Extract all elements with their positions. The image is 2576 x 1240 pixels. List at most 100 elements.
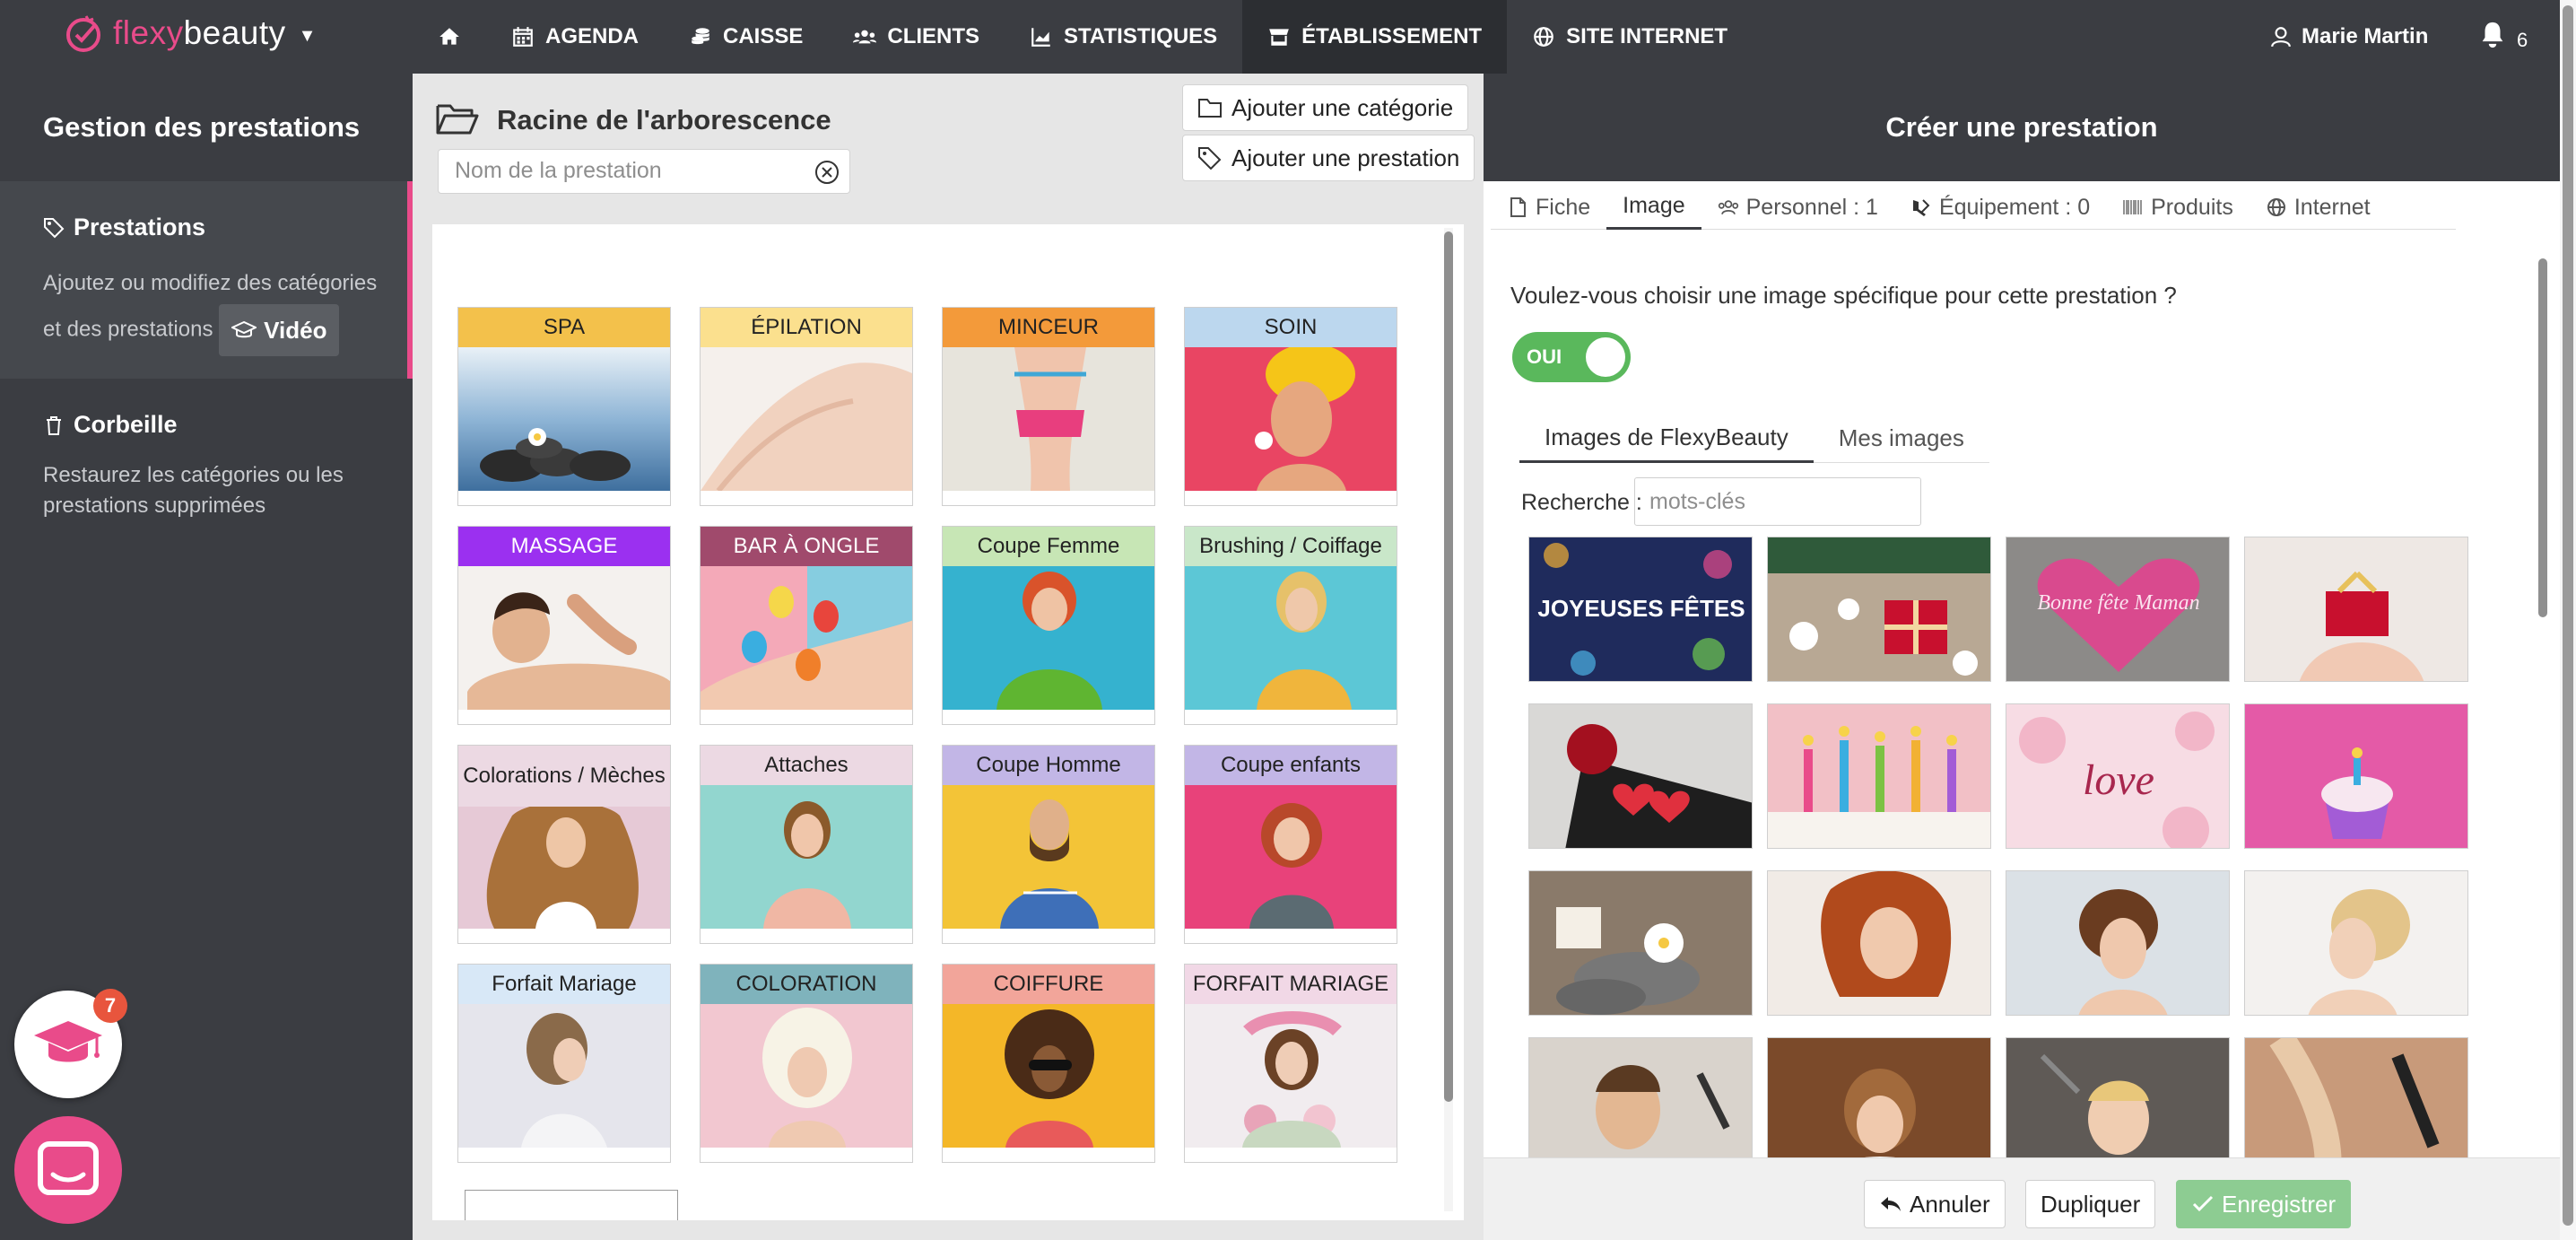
- save-button[interactable]: Enregistrer: [2176, 1180, 2352, 1228]
- category-tile-massage[interactable]: MASSAGE: [457, 526, 671, 725]
- tile-label: Coupe Femme: [943, 527, 1154, 566]
- tile-label: ÉPILATION: [701, 308, 912, 347]
- scrollbar-thumb[interactable]: [2538, 258, 2547, 617]
- category-tile-coiffure[interactable]: COIFFURE: [942, 964, 1155, 1163]
- add-service-button[interactable]: Ajouter une prestation: [1182, 135, 1475, 181]
- category-tile-soin[interactable]: SOIN: [1184, 307, 1397, 506]
- globe-icon: [1534, 27, 1553, 47]
- tab-produits[interactable]: Produits: [2106, 185, 2250, 230]
- check-icon: [2192, 1195, 2214, 1212]
- tab-internet[interactable]: Internet: [2250, 185, 2387, 230]
- tab-fiche[interactable]: Fiche: [1491, 185, 1606, 230]
- gallery-image-child-haircut[interactable]: [1767, 1037, 1991, 1159]
- academy-badge: 7: [93, 989, 127, 1023]
- tab-personnel[interactable]: Personnel : 1: [1701, 185, 1894, 230]
- scrollbar-thumb[interactable]: [2563, 5, 2573, 1226]
- save-label: Enregistrer: [2222, 1190, 2337, 1218]
- category-tile-forfait-mariage[interactable]: Forfait Mariage: [457, 964, 671, 1163]
- nav-agenda[interactable]: AGENDA: [486, 0, 664, 74]
- tab-equipement[interactable]: Équipement : 0: [1894, 185, 2106, 230]
- gallery-image-blonde-updo[interactable]: [2244, 870, 2468, 1016]
- nav-etablissement[interactable]: ÉTABLISSEMENT: [1242, 0, 1508, 74]
- sidebar-item-label: Corbeille: [74, 411, 178, 438]
- nav-statistiques[interactable]: STATISTIQUES: [1005, 0, 1242, 74]
- sidebar-item-prestations[interactable]: Prestations Ajoutez ou modifiez des caté…: [0, 181, 413, 379]
- tab-label: Internet: [2293, 194, 2371, 220]
- category-panel-header: Racine de l'arborescence Ajouter une cat…: [413, 74, 1484, 224]
- add-service-label: Ajouter une prestation: [1231, 144, 1460, 171]
- tile-label: SPA: [458, 308, 670, 347]
- chat-button[interactable]: [14, 1116, 122, 1224]
- gallery-image-love[interactable]: love: [2006, 703, 2230, 849]
- image-search-input[interactable]: [1635, 478, 1920, 525]
- nav-home[interactable]: [413, 0, 486, 74]
- category-scrollbar[interactable]: [1444, 228, 1453, 1211]
- brand-logo[interactable]: flexybeauty ▼: [63, 13, 316, 54]
- specific-image-toggle[interactable]: OUI: [1512, 332, 1631, 382]
- tab-images-flexybeauty[interactable]: Images de FlexyBeauty: [1519, 415, 1814, 463]
- gallery-image-hair-coloring[interactable]: [2244, 1037, 2468, 1159]
- category-tile-empty[interactable]: [465, 1190, 678, 1220]
- sidebar-title: Gestion des prestations: [43, 111, 361, 143]
- page-scrollbar[interactable]: [2560, 0, 2576, 1240]
- notifications-button[interactable]: 6: [2477, 20, 2528, 52]
- tab-mes-images[interactable]: Mes images: [1813, 415, 1989, 463]
- category-tile-spa[interactable]: SPA: [457, 307, 671, 506]
- category-tile-forfait-mariage-2[interactable]: FORFAIT MARIAGE: [1184, 964, 1397, 1163]
- gallery-image-gift-snow[interactable]: [1767, 537, 1991, 682]
- gallery-image-joyeuses-fetes[interactable]: JOYEUSES FÊTES: [1528, 537, 1753, 682]
- category-tile-coupe-femme[interactable]: Coupe Femme: [942, 526, 1155, 725]
- gallery-image-birthday-candles[interactable]: [1767, 703, 1991, 849]
- tile-label: MINCEUR: [943, 308, 1154, 347]
- gallery-image-man-haircut[interactable]: [1528, 1037, 1753, 1159]
- category-tile-coloration[interactable]: COLORATION: [700, 964, 913, 1163]
- tile-label: COIFFURE: [943, 965, 1154, 1004]
- coloration-image: [701, 1004, 912, 1148]
- nav-etablissement-label: ÉTABLISSEMENT: [1301, 24, 1483, 48]
- corbeille-description: Restaurez les catégories ou les prestati…: [43, 463, 344, 518]
- video-button[interactable]: Vidéo: [219, 304, 340, 356]
- category-tile-minceur[interactable]: MINCEUR: [942, 307, 1155, 506]
- gallery-image-gift-hands[interactable]: [2244, 537, 2468, 682]
- equipment-icon: [1912, 199, 1930, 216]
- duplicate-button[interactable]: Dupliquer: [2025, 1180, 2156, 1228]
- category-tile-attaches[interactable]: Attaches: [700, 745, 913, 944]
- gallery-image-boy-haircut[interactable]: [2006, 1037, 2230, 1159]
- category-tile-bar-a-ongle[interactable]: BAR À ONGLE: [700, 526, 913, 725]
- service-tabs: Fiche Image Personnel : 1 Équipement : 0…: [1491, 185, 2456, 230]
- tab-image[interactable]: Image: [1606, 185, 1701, 230]
- forfait-mariage-image: [458, 1004, 670, 1148]
- user-menu[interactable]: Marie Martin: [2269, 0, 2428, 74]
- sidebar-item-desc: Ajoutez ou modifiez des catégories et de…: [43, 263, 395, 356]
- nav-clients[interactable]: CLIENTS: [828, 0, 1005, 74]
- graduation-cap-icon: [231, 320, 257, 338]
- category-tile-coupe-homme[interactable]: Coupe Homme: [942, 745, 1155, 944]
- gallery-image-rose-hearts[interactable]: [1528, 703, 1753, 849]
- category-tile-epilation[interactable]: ÉPILATION: [700, 307, 913, 506]
- nav-caisse[interactable]: CAISSE: [664, 0, 828, 74]
- category-tile-colorations-meches[interactable]: Colorations / Mèches: [457, 745, 671, 944]
- tile-label: COLORATION: [701, 965, 912, 1004]
- nav-site-internet[interactable]: SITE INTERNET: [1507, 0, 1753, 74]
- add-category-button[interactable]: Ajouter une catégorie: [1182, 84, 1469, 131]
- gallery-image-red-bob[interactable]: [1767, 870, 1991, 1016]
- sidebar-item-corbeille[interactable]: Corbeille Restaurez les catégories ou le…: [0, 379, 413, 521]
- scrollbar-thumb[interactable]: [1444, 231, 1453, 1102]
- gallery-image-spa-candle[interactable]: [1528, 870, 1753, 1016]
- panel-scrollbar[interactable]: [2538, 185, 2549, 1159]
- tile-label: Forfait Mariage: [458, 965, 670, 1004]
- cancel-button[interactable]: Annuler: [1864, 1180, 2006, 1228]
- category-tile-coupe-enfants[interactable]: Coupe enfants: [1184, 745, 1397, 944]
- spa-stones-image: [458, 347, 670, 491]
- colorations-image: [458, 807, 670, 929]
- image-gallery: JOYEUSES FÊTES Bonne fête Maman love: [1528, 537, 2490, 1159]
- service-search-input[interactable]: [439, 150, 779, 191]
- globe-icon: [2267, 198, 2285, 216]
- gallery-image-short-brown[interactable]: [2006, 870, 2230, 1016]
- clear-icon[interactable]: [814, 159, 840, 186]
- gallery-image-cupcake[interactable]: [2244, 703, 2468, 849]
- category-tile-brushing-coiffage[interactable]: Brushing / Coiffage: [1184, 526, 1397, 725]
- gallery-image-bonne-fete-maman[interactable]: Bonne fête Maman: [2006, 537, 2230, 682]
- tag-icon: [44, 217, 65, 238]
- add-category-label: Ajouter une catégorie: [1231, 93, 1454, 121]
